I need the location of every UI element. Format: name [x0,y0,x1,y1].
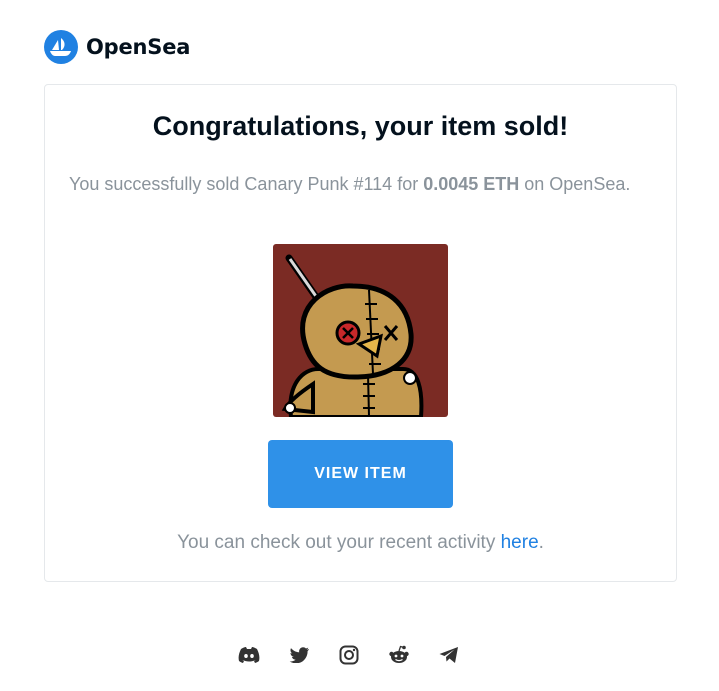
reddit-icon[interactable] [388,644,410,666]
sale-message-suffix: on OpenSea. [519,174,631,194]
nft-image[interactable] [273,244,448,417]
header: OpenSea [44,30,190,64]
sale-notification-card: Congratulations, your item sold! You suc… [44,84,677,582]
social-links [238,644,460,666]
sale-message: You successfully sold Canary Punk #114 f… [69,171,652,197]
page-title: Congratulations, your item sold! [152,111,569,141]
activity-suffix: . [538,532,544,553]
activity-prefix: You can check out your recent activity [177,532,501,553]
twitter-icon[interactable] [288,644,310,666]
sale-message-text: You successfully sold Canary Punk #114 f… [69,174,424,194]
activity-here-link[interactable]: here [501,532,539,553]
instagram-icon[interactable] [338,644,360,666]
discord-icon[interactable] [238,644,260,666]
recent-activity-text: You can check out your recent activity h… [45,532,676,554]
sale-price: 0.0045 ETH [423,174,520,194]
opensea-logo-icon[interactable] [44,30,78,64]
view-item-button[interactable]: VIEW ITEM [268,440,453,508]
brand-name[interactable]: OpenSea [86,35,190,59]
telegram-icon[interactable] [438,644,460,666]
